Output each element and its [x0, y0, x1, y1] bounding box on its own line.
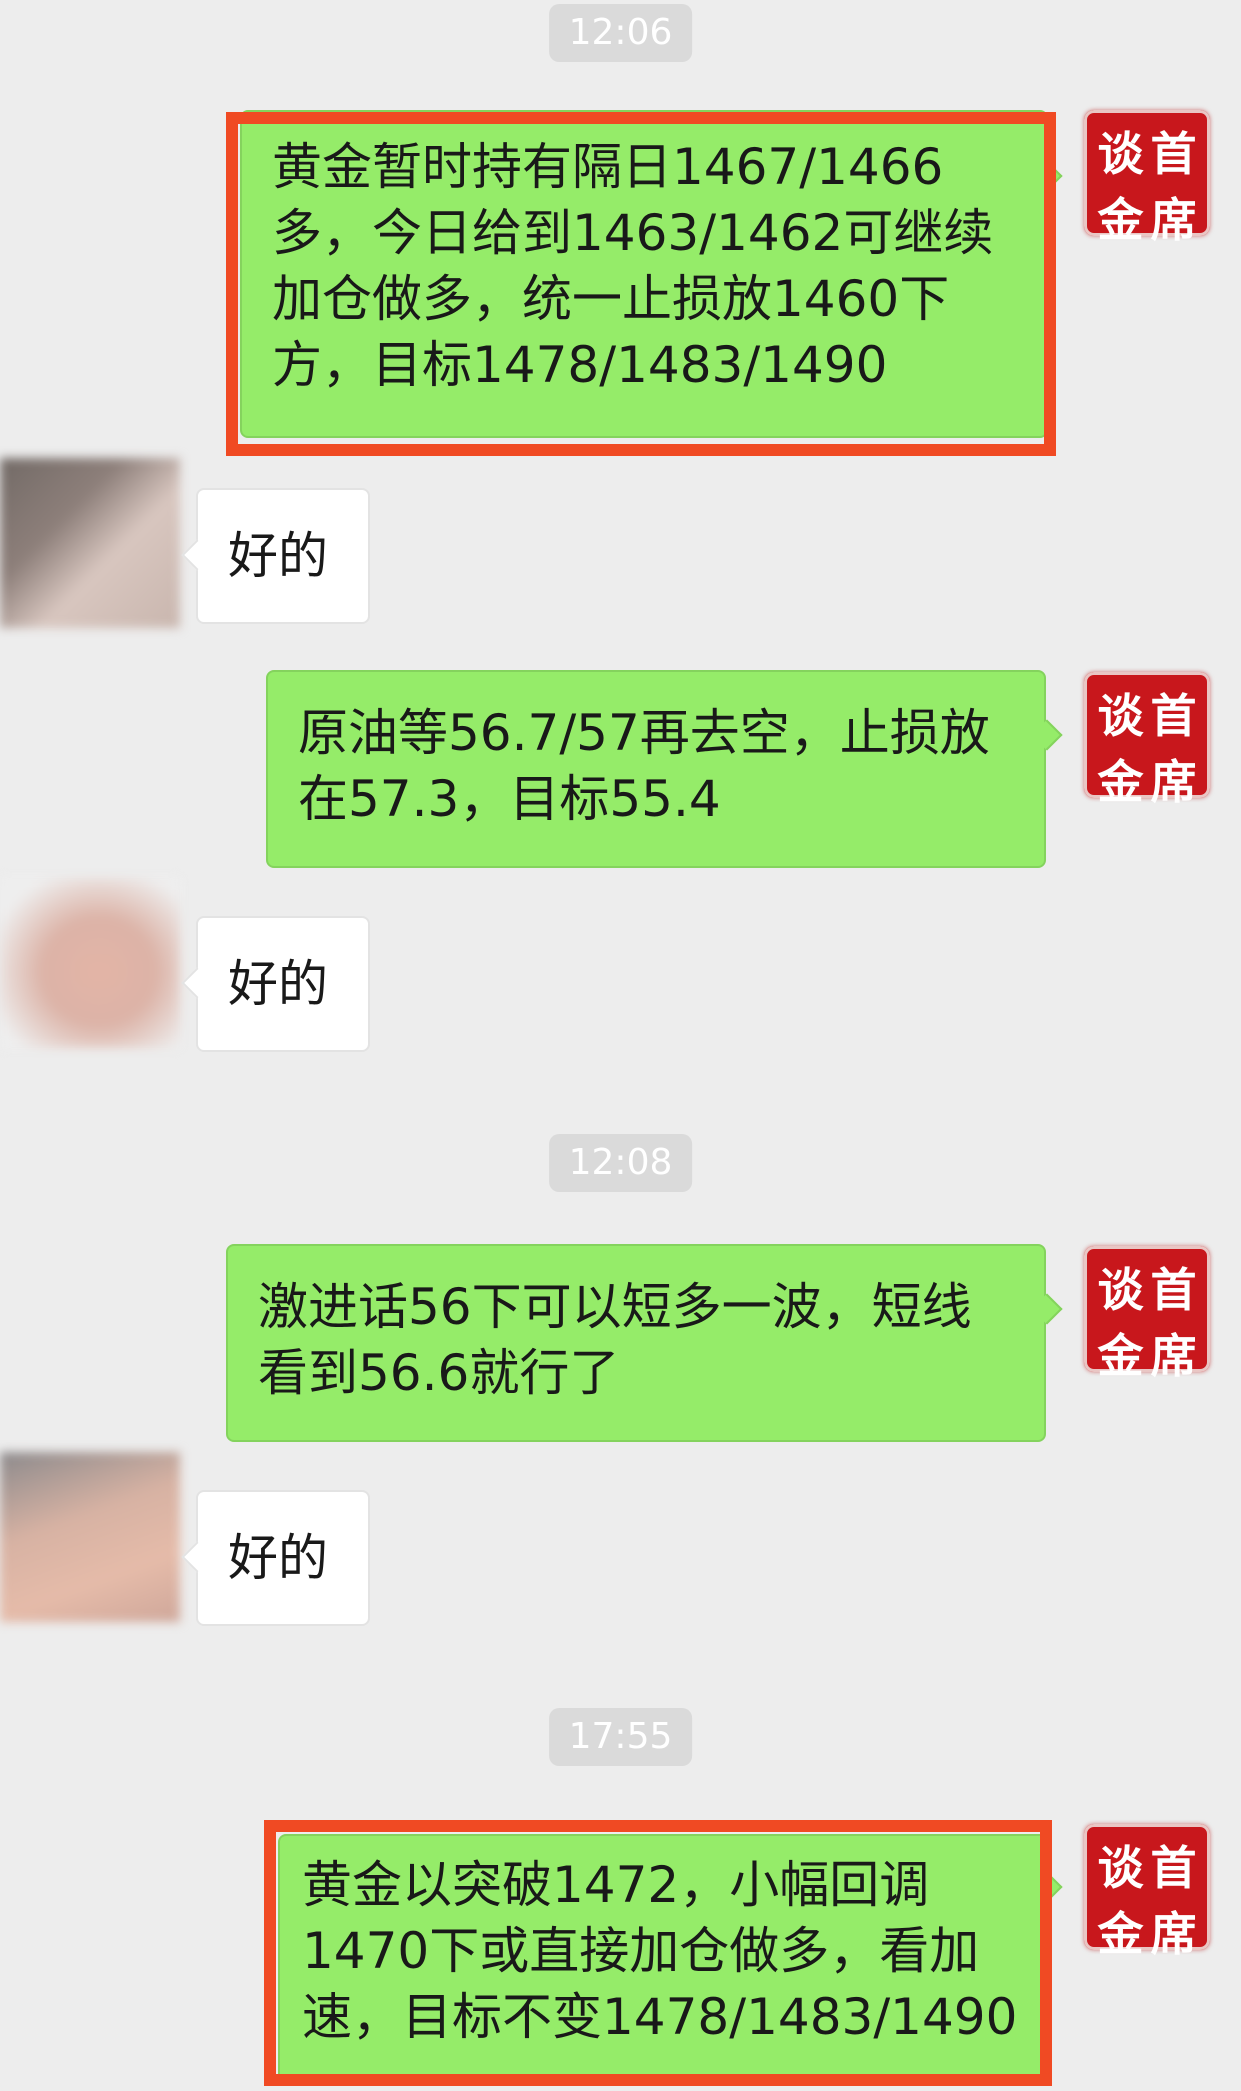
seal-char: 谈: [1097, 127, 1144, 181]
message-text: 好的: [228, 527, 328, 585]
seal-char: 谈: [1097, 689, 1144, 743]
outgoing-message-bubble[interactable]: 激进话56下可以短多一波，短线看到56.6就行了: [226, 1244, 1046, 1442]
seal-char: 谈: [1097, 1263, 1144, 1317]
seal-char: 席: [1150, 755, 1197, 809]
message-text: 好的: [228, 955, 328, 1013]
message-text: 原油等56.7/57再去空，止损放在57.3，目标55.4: [298, 704, 990, 828]
seal-char: 首: [1150, 127, 1197, 181]
seal-char: 金: [1097, 1907, 1144, 1961]
sender-avatar-seal[interactable]: 谈 首 金 席: [1084, 672, 1210, 809]
message-text: 好的: [228, 1529, 328, 1587]
seal-char: 首: [1150, 1841, 1197, 1895]
outgoing-message-bubble[interactable]: 黄金以突破1472，小幅回调1470下或直接加仓做多，看加速，目标不变1478/…: [278, 1834, 1048, 2082]
incoming-message-bubble[interactable]: 好的: [196, 916, 370, 1052]
message-text: 黄金以突破1472，小幅回调1470下或直接加仓做多，看加速，目标不变1478/…: [302, 1856, 1018, 2046]
seal-char: 席: [1150, 1907, 1197, 1961]
seal-char: 首: [1150, 1263, 1197, 1317]
incoming-message-bubble[interactable]: 好的: [196, 1490, 370, 1626]
seal-char: 金: [1097, 755, 1144, 809]
sender-avatar-seal[interactable]: 谈 首 金 席: [1084, 110, 1210, 247]
seal-char: 金: [1097, 1329, 1144, 1383]
seal-char: 谈: [1097, 1841, 1144, 1895]
outgoing-message-bubble[interactable]: 原油等56.7/57再去空，止损放在57.3，目标55.4: [266, 670, 1046, 868]
seal-char: 金: [1097, 193, 1144, 247]
message-text: 黄金暂时持有隔日1467/1466多，今日给到1463/1462可继续加仓做多，…: [272, 138, 994, 394]
sender-avatar-seal[interactable]: 谈 首 金 席: [1084, 1824, 1210, 1961]
contact-avatar[interactable]: [0, 1452, 180, 1622]
seal-char: 席: [1150, 1329, 1197, 1383]
outgoing-message-bubble[interactable]: 黄金暂时持有隔日1467/1466多，今日给到1463/1462可继续加仓做多，…: [240, 110, 1048, 438]
timestamp: 17:55: [548, 1708, 693, 1766]
contact-avatar[interactable]: [0, 878, 180, 1048]
seal-char: 席: [1150, 193, 1197, 247]
contact-avatar[interactable]: [0, 458, 180, 628]
seal-char: 首: [1150, 689, 1197, 743]
incoming-message-bubble[interactable]: 好的: [196, 488, 370, 624]
timestamp: 12:06: [548, 4, 693, 62]
sender-avatar-seal[interactable]: 谈 首 金 席: [1084, 1246, 1210, 1383]
message-text: 激进话56下可以短多一波，短线看到56.6就行了: [258, 1278, 972, 1402]
timestamp: 12:08: [548, 1134, 693, 1192]
